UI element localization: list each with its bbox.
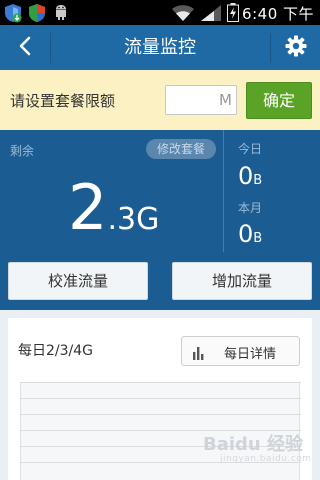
status-bar: 6:40 下午	[0, 0, 320, 25]
today-value: 0B	[238, 162, 262, 190]
confirm-button[interactable]: 确定	[246, 82, 312, 119]
daily-usage-card: 每日2/3/4G 每日详情 Baidu 经验 jingyan.baidu.com	[0, 310, 320, 480]
grid-line	[21, 398, 301, 399]
daily-details-button[interactable]: 每日详情	[181, 336, 300, 366]
stats-divider	[223, 130, 224, 252]
remaining-unit: .3G	[107, 202, 160, 237]
remaining-label: 剩余	[10, 144, 35, 158]
remaining-value: 2.3G	[68, 177, 159, 239]
month-value: 0B	[238, 220, 262, 248]
battery-charging-icon	[227, 3, 239, 26]
signal-icon	[200, 4, 222, 26]
today-number: 0	[238, 162, 254, 190]
limit-setting-bar: 请设置套餐限额 M 确定	[0, 70, 320, 130]
gear-icon	[285, 35, 307, 61]
month-unit: B	[253, 231, 263, 246]
android-icon	[53, 3, 69, 25]
action-buttons: 校准流量 增加流量	[0, 252, 320, 310]
daily-usage-panel: 每日2/3/4G 每日详情 Baidu 经验 jingyan.baidu.com	[8, 318, 312, 480]
chevron-left-icon	[18, 36, 32, 60]
limit-label: 请设置套餐限额	[10, 92, 116, 110]
month-number: 0	[238, 220, 254, 248]
modify-plan-button[interactable]: 修改套餐	[146, 139, 216, 159]
daily-details-label: 每日详情	[224, 347, 277, 362]
add-traffic-button[interactable]: 增加流量	[172, 262, 312, 300]
title-bar: 流量监控	[0, 25, 320, 70]
watermark: Baidu 经验	[203, 434, 304, 455]
grid-line	[21, 414, 301, 415]
limit-input[interactable]: M	[165, 85, 237, 115]
page-title: 流量监控	[124, 37, 196, 58]
watermark-url: jingyan.baidu.com	[220, 454, 312, 464]
daily-label: 每日2/3/4G	[18, 343, 94, 359]
usb-shield-icon	[3, 3, 23, 27]
limit-unit: M	[219, 91, 232, 109]
back-button[interactable]	[0, 25, 50, 70]
wifi-icon	[171, 4, 195, 26]
usage-stats-panel: 剩余 修改套餐 2.3G 今日 0B 本月 0B	[0, 130, 320, 252]
month-label: 本月	[238, 201, 263, 215]
today-unit: B	[253, 173, 263, 188]
shield-icon	[27, 3, 47, 27]
bar-chart-icon	[192, 345, 206, 364]
calibrate-traffic-button[interactable]: 校准流量	[8, 262, 148, 300]
remaining-number: 2	[68, 171, 108, 244]
settings-button[interactable]	[271, 25, 320, 70]
grid-line	[21, 382, 301, 383]
today-label: 今日	[238, 142, 263, 156]
clock-time: 6:40 下午	[242, 5, 314, 23]
